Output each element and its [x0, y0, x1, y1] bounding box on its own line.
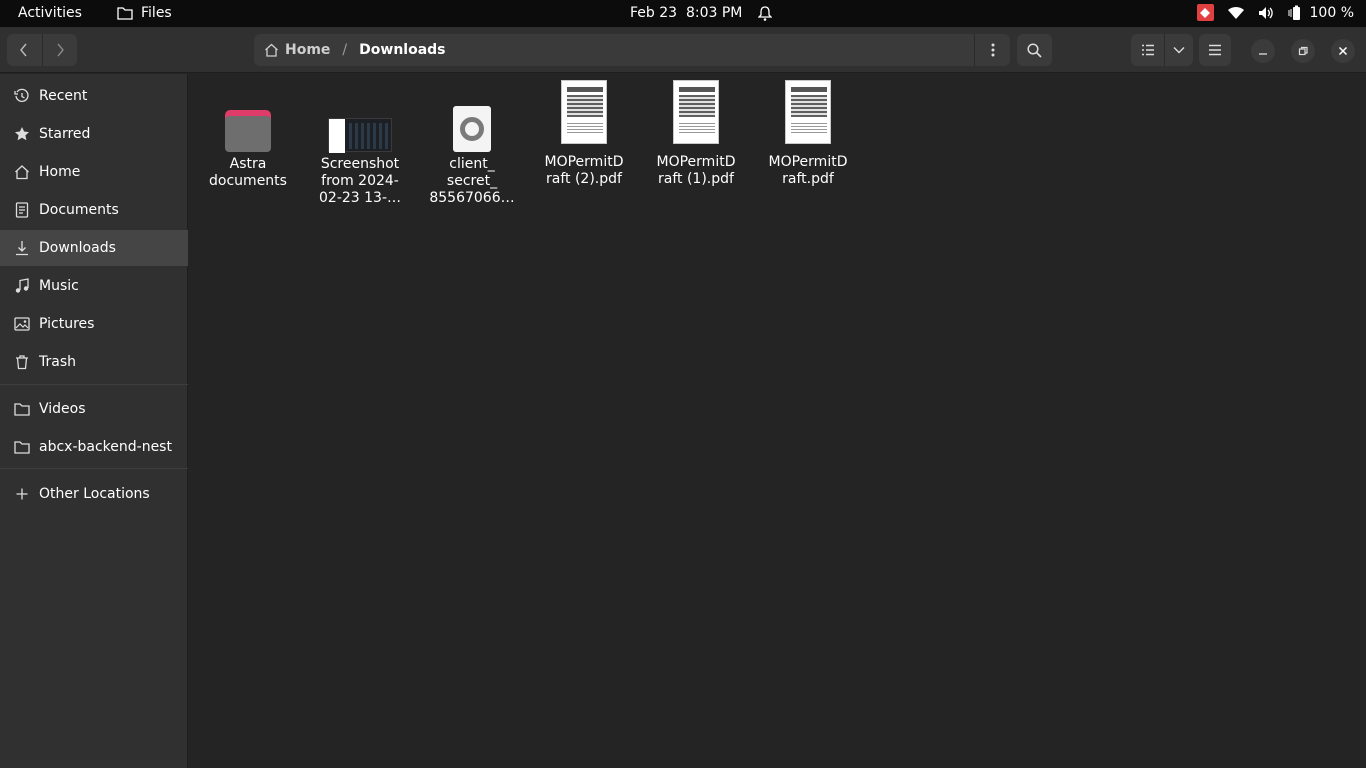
breadcrumb-separator: /	[342, 42, 348, 58]
pdf-thumbnail	[561, 80, 607, 144]
battery-icon	[1288, 5, 1300, 20]
plus-icon	[14, 486, 30, 502]
search-icon	[1027, 42, 1042, 58]
sidebar-item-downloads[interactable]: Downloads	[0, 230, 188, 266]
restore-icon	[1298, 46, 1308, 56]
music-icon	[14, 278, 30, 294]
file-item-pdf[interactable]: MOPermitD raft (1).pdf	[648, 80, 744, 188]
main-menu-button[interactable]	[1199, 34, 1231, 66]
back-button[interactable]	[7, 34, 42, 66]
file-item-pdf[interactable]: MOPermitD raft (2).pdf	[536, 80, 632, 188]
sidebar-item-label: Trash	[39, 354, 76, 370]
sidebar-item-recent[interactable]: Recent	[0, 78, 188, 114]
picture-icon	[14, 316, 30, 332]
sidebar-item-label: Videos	[39, 401, 86, 417]
breadcrumb-home-label: Home	[285, 42, 331, 58]
sidebar: Recent Starred Home Documents Downloads …	[0, 74, 188, 768]
chevron-right-icon	[57, 43, 64, 57]
sidebar-item-documents[interactable]: Documents	[0, 192, 188, 228]
home-icon	[265, 43, 278, 57]
trash-icon	[14, 354, 30, 370]
sidebar-item-label: Downloads	[39, 240, 116, 256]
sidebar-divider	[0, 384, 188, 385]
chevron-down-icon	[1173, 47, 1185, 54]
file-item-pdf[interactable]: MOPermitD raft.pdf	[760, 80, 856, 188]
file-name: MOPermitD raft (2).pdf	[544, 154, 624, 187]
download-icon	[14, 240, 30, 256]
close-button[interactable]	[1331, 39, 1355, 63]
sidebar-item-label: Recent	[39, 88, 88, 104]
app-menu[interactable]: Files	[117, 5, 172, 21]
wifi-icon	[1227, 6, 1244, 19]
file-name: MOPermitD raft.pdf	[768, 154, 848, 187]
file-name: Astra documents	[209, 156, 287, 189]
folder-icon	[14, 439, 30, 455]
minimize-button[interactable]	[1251, 39, 1275, 63]
close-icon	[1338, 46, 1348, 56]
minimize-icon	[1259, 53, 1267, 55]
battery-percent: 100 %	[1309, 4, 1354, 21]
sidebar-item-label: Home	[39, 164, 81, 180]
sidebar-item-trash[interactable]: Trash	[0, 344, 188, 380]
clock-icon	[14, 88, 30, 104]
hamburger-menu-icon	[1209, 44, 1221, 56]
system-tray[interactable]: 100 %	[1196, 4, 1354, 21]
sidebar-item-abcx-backend-nest[interactable]: abcx-backend-nest	[0, 429, 188, 465]
sidebar-item-other-locations[interactable]: Other Locations	[0, 476, 188, 512]
bell-icon	[758, 5, 773, 21]
json-file-icon	[453, 106, 491, 152]
navigation-buttons	[7, 34, 77, 66]
view-options-button[interactable]	[1164, 34, 1193, 66]
sidebar-item-label: Starred	[39, 126, 91, 142]
sidebar-item-videos[interactable]: Videos	[0, 391, 188, 427]
sidebar-item-home[interactable]: Home	[0, 154, 188, 190]
breadcrumb-home[interactable]: Home	[254, 42, 330, 58]
sidebar-divider	[0, 468, 188, 469]
sidebar-item-label: Other Locations	[39, 486, 150, 502]
file-item-json[interactable]: client_ secret_ 85567066…	[424, 86, 520, 207]
top-panel: Activities Files Feb 23 8:03 PM 100 %	[0, 0, 1366, 27]
breadcrumb-current[interactable]: Downloads	[359, 42, 445, 58]
sidebar-item-starred[interactable]: Starred	[0, 116, 188, 152]
sidebar-item-label: Music	[39, 278, 79, 294]
path-menu-button[interactable]	[974, 34, 1010, 66]
folder-icon	[14, 401, 30, 417]
chevron-left-icon	[20, 43, 27, 57]
sidebar-item-label: abcx-backend-nest	[39, 439, 172, 455]
folder-icon	[117, 7, 133, 20]
kebab-menu-icon	[991, 43, 994, 57]
time: 8:03 PM	[685, 5, 743, 21]
search-button[interactable]	[1017, 34, 1052, 66]
sidebar-item-label: Pictures	[39, 316, 95, 332]
file-item-folder[interactable]: Astra documents	[200, 86, 296, 190]
app-name: Files	[141, 5, 172, 21]
forward-button[interactable]	[41, 34, 77, 66]
view-toggle-group	[1131, 34, 1193, 66]
file-item-image[interactable]: Screenshot from 2024-02-23 13-…	[312, 86, 408, 207]
clock[interactable]: Feb 23 8:03 PM	[630, 5, 773, 21]
star-icon	[14, 126, 30, 142]
file-name: MOPermitD raft (1).pdf	[656, 154, 736, 187]
file-name: client_ secret_ 85567066…	[429, 156, 515, 206]
folder-icon	[225, 110, 271, 152]
list-view-button[interactable]	[1131, 34, 1164, 66]
list-view-icon	[1141, 44, 1154, 56]
sidebar-item-pictures[interactable]: Pictures	[0, 306, 188, 342]
pdf-thumbnail	[785, 80, 831, 144]
maximize-button[interactable]	[1291, 39, 1315, 63]
document-icon	[14, 202, 30, 218]
sidebar-item-label: Documents	[39, 202, 119, 218]
header-bar: Home / Downloads	[0, 27, 1366, 73]
date: Feb 23	[630, 5, 678, 21]
app-indicator-icon[interactable]	[1196, 4, 1214, 21]
file-grid: Astra documents Screenshot from 2024-02-…	[189, 74, 1366, 768]
path-bar[interactable]: Home / Downloads	[254, 34, 1010, 66]
volume-icon	[1258, 6, 1273, 19]
sidebar-item-music[interactable]: Music	[0, 268, 188, 304]
home-icon	[14, 164, 30, 180]
pdf-thumbnail	[673, 80, 719, 144]
activities-button[interactable]: Activities	[18, 5, 82, 21]
image-thumbnail	[328, 118, 392, 153]
file-name: Screenshot from 2024-02-23 13-…	[319, 156, 401, 206]
